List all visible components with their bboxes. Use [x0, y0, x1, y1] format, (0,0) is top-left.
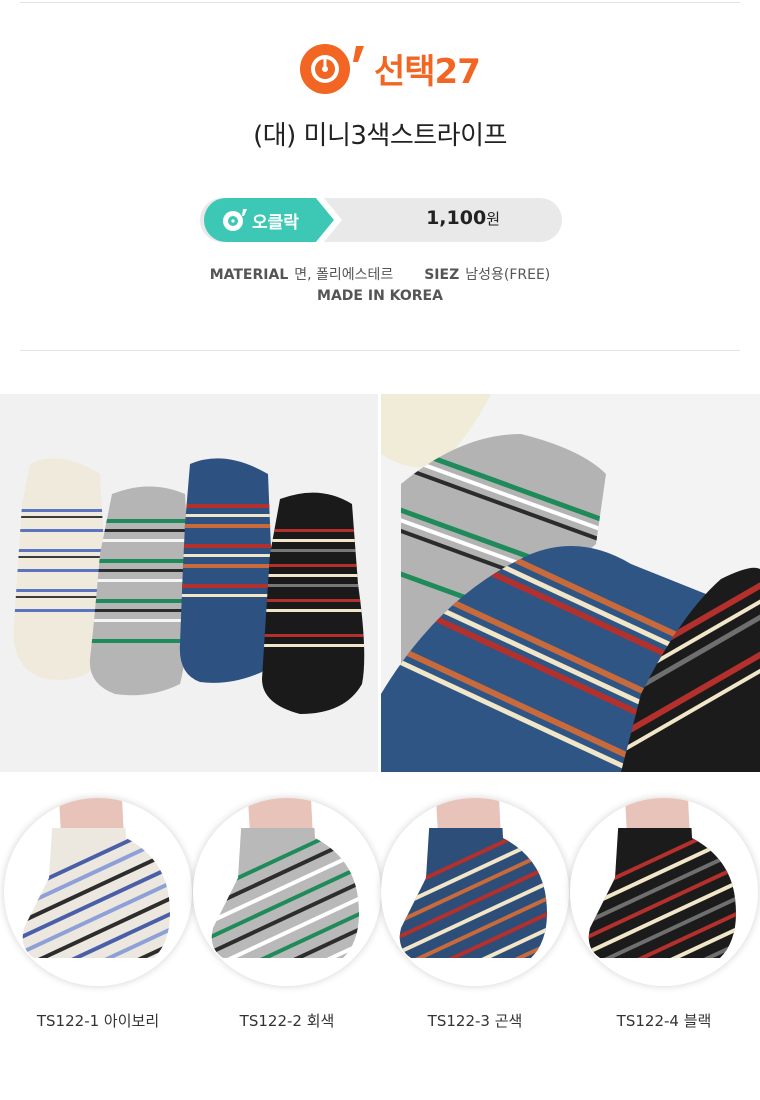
variant-caption: TS122-4 블랙 [616, 1012, 712, 1030]
price-amount: 1,100원 [426, 207, 500, 229]
variant-image[interactable] [570, 798, 758, 986]
price-tag-label: 오클락 [252, 213, 299, 233]
price-unit: 원 [486, 210, 500, 228]
spec-line: MATERIAL 면, 폴리에스테르 SIEZ 남성용(FREE) [0, 264, 760, 284]
material-label: MATERIAL [209, 267, 289, 283]
product-title: (대) 미니3색스트라이프 [253, 121, 507, 151]
top-divider [20, 2, 740, 3]
size-value: 남성용(FREE) [465, 267, 551, 283]
variant-caption: TS122-1 아이보리 [36, 1012, 160, 1030]
price-bar: 오클락 1,100원 [200, 198, 562, 242]
clock-logo-icon [300, 44, 364, 94]
clock-icon [223, 209, 247, 231]
brand-name: 선택27 [374, 51, 481, 92]
variant-caption: TS122-2 회색 [239, 1012, 335, 1030]
four-socks-flatlay-image [0, 394, 378, 772]
material-value: 면, 폴리에스테르 [294, 267, 394, 283]
variant-caption: TS122-3 곤색 [427, 1012, 523, 1030]
brand-logo[interactable]: 선택27 [298, 38, 481, 98]
variant-image[interactable] [381, 798, 569, 986]
size-label: SIEZ [424, 267, 460, 283]
variant-image[interactable] [4, 798, 192, 986]
origin-text: MADE IN KOREA [317, 288, 443, 304]
variant-image[interactable] [193, 798, 381, 986]
socks-closeup-image [381, 394, 760, 772]
section-divider [20, 350, 740, 351]
